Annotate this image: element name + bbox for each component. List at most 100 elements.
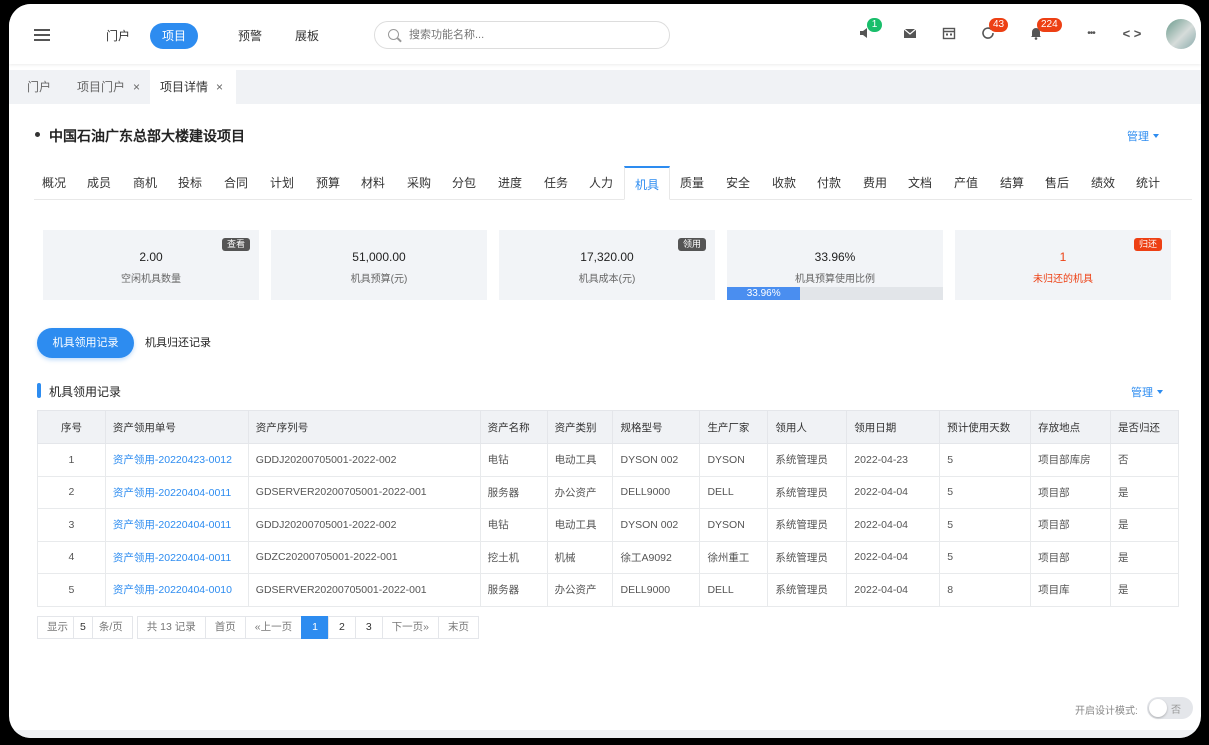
table-cell: 2022-04-04 xyxy=(846,508,941,542)
project-manage-dropdown[interactable]: 管理 xyxy=(1127,128,1159,144)
subnav-item-10[interactable]: 进度 xyxy=(490,166,530,200)
table-cell: 项目部库房 xyxy=(1030,443,1111,477)
topnav-item-1[interactable]: 项目 xyxy=(150,23,199,49)
table-cell: 资产领用-20220404-0011 xyxy=(104,540,249,574)
stat-card-2[interactable]: 17,320.00 机具成本(元) 领用 xyxy=(499,230,715,300)
stat-tag-button[interactable]: 领用 xyxy=(677,238,706,251)
menu-icon[interactable] xyxy=(34,29,50,41)
subnav-item-3[interactable]: 投标 xyxy=(170,166,210,200)
subnav-item-9[interactable]: 分包 xyxy=(444,166,484,200)
subnav-item-21[interactable]: 结算 xyxy=(992,166,1032,200)
table-cell: DELL xyxy=(699,573,769,607)
stat-label: 空闲机具数量 xyxy=(121,274,181,285)
avatar[interactable] xyxy=(1166,19,1196,49)
subnav-item-23[interactable]: 绩效 xyxy=(1083,166,1123,200)
subnav-item-22[interactable]: 售后 xyxy=(1037,166,1077,200)
subnav-item-6[interactable]: 预算 xyxy=(308,166,348,200)
close-icon[interactable]: × xyxy=(133,80,140,94)
topnav-item-3[interactable]: 展板 xyxy=(283,23,331,49)
subnav-item-14[interactable]: 质量 xyxy=(672,166,712,200)
more-icon[interactable]: ••• xyxy=(1079,26,1103,42)
borrow-records-table: 序号 资产领用单号 资产序列号 资产名称 资产类别 规格型号 生产厂家 领用人 领用日期 预计使用… xyxy=(37,410,1179,607)
subnav-item-2[interactable]: 商机 xyxy=(125,166,165,200)
stat-label: 未归还的机具 xyxy=(1033,274,1093,285)
pager-last[interactable]: 末页 xyxy=(438,616,479,639)
table-cell: 2 xyxy=(37,475,106,509)
mail-icon[interactable] xyxy=(902,26,918,42)
subnav-item-17[interactable]: 付款 xyxy=(809,166,849,200)
column-header: 领用人 xyxy=(767,410,848,444)
subnav-item-12[interactable]: 人力 xyxy=(581,166,621,200)
subnav-item-1[interactable]: 成员 xyxy=(79,166,119,200)
refresh-icon[interactable]: 43 xyxy=(980,18,1009,42)
record-link[interactable]: 资产领用-20220404-0011 xyxy=(113,552,231,564)
table-cell: 系统管理员 xyxy=(767,540,848,574)
stat-card-1: 51,000.00 机具预算(元) xyxy=(271,230,487,300)
table-cell: 资产领用-20220404-0011 xyxy=(104,508,249,542)
subnav-item-7[interactable]: 材料 xyxy=(353,166,393,200)
record-link[interactable]: 资产领用-20220423-0012 xyxy=(113,454,232,466)
code-icon[interactable]: < > xyxy=(1118,26,1146,42)
table-cell: 否 xyxy=(1110,443,1179,477)
subnav-item-0[interactable]: 概况 xyxy=(34,166,74,200)
table-cell: GDZC20200705001-2022-001 xyxy=(247,540,481,574)
record-link[interactable]: 资产领用-20220404-0010 xyxy=(113,584,232,596)
table-cell: DELL9000 xyxy=(612,573,701,607)
stat-card-4[interactable]: 1 未归还的机具 归还 xyxy=(955,230,1171,300)
stat-card-0[interactable]: 2.00 空闲机具数量 查看 xyxy=(43,230,259,300)
table-cell: 系统管理员 xyxy=(767,573,848,607)
section-manage-dropdown[interactable]: 管理 xyxy=(1131,384,1163,400)
tab-borrow-records[interactable]: 机具领用记录 xyxy=(37,328,134,358)
page-tab-0[interactable]: 门户 xyxy=(17,70,61,104)
table-cell: 挖土机 xyxy=(479,540,548,574)
subnav-item-4[interactable]: 合同 xyxy=(216,166,256,200)
topnav-item-2[interactable]: 预警 xyxy=(226,23,274,49)
calendar-icon[interactable] xyxy=(941,26,957,42)
subnav-item-19[interactable]: 文档 xyxy=(900,166,940,200)
page-tab-2[interactable]: 项目详情 × xyxy=(150,70,236,104)
stat-value: 1 xyxy=(1059,250,1067,264)
subnav-item-8[interactable]: 采购 xyxy=(399,166,439,200)
topnav-item-0[interactable]: 门户 xyxy=(94,23,142,49)
search-input[interactable] xyxy=(409,27,649,43)
speaker-icon[interactable]: 1 xyxy=(858,18,882,42)
table-cell: DELL9000 xyxy=(612,475,701,509)
table-cell: 项目部 xyxy=(1030,508,1111,542)
device-frame: 门户项目预警展板 1 43 224 ••• < > 门户项目门户×项目详情× 中… xyxy=(0,0,1209,745)
pager-prev[interactable]: «上一页 xyxy=(244,616,303,639)
column-header: 规格型号 xyxy=(612,410,701,444)
subnav-item-15[interactable]: 安全 xyxy=(718,166,758,200)
subnav-item-24[interactable]: 统计 xyxy=(1128,166,1168,200)
close-icon[interactable]: × xyxy=(216,80,223,94)
pager-page-2[interactable]: 2 xyxy=(327,616,356,639)
subnav-item-11[interactable]: 任务 xyxy=(536,166,576,200)
table-cell: 徐州重工 xyxy=(699,540,769,574)
speaker-badge: 1 xyxy=(867,18,882,32)
page-tab-1[interactable]: 项目门户 × xyxy=(67,70,150,104)
subnav-item-18[interactable]: 费用 xyxy=(855,166,895,200)
search-box[interactable] xyxy=(374,21,670,49)
subnav-item-13[interactable]: 机具 xyxy=(624,166,670,200)
pager-page-3[interactable]: 3 xyxy=(354,616,383,639)
record-link[interactable]: 资产领用-20220404-0011 xyxy=(113,519,231,531)
pager-next[interactable]: 下一页» xyxy=(381,616,439,639)
record-link[interactable]: 资产领用-20220404-0011 xyxy=(113,487,231,499)
design-mode-toggle[interactable]: 否 xyxy=(1147,697,1193,719)
table-cell: 徐工A9092 xyxy=(612,540,701,574)
design-mode-label: 开启设计模式: xyxy=(1075,706,1138,717)
table-cell: 电钻 xyxy=(479,443,548,477)
subnav-item-16[interactable]: 收款 xyxy=(764,166,804,200)
page-size-select[interactable]: 5 xyxy=(73,616,93,639)
pager-first[interactable]: 首页 xyxy=(204,616,246,639)
bell-icon[interactable]: 224 xyxy=(1028,18,1062,42)
column-header: 资产类别 xyxy=(546,410,614,444)
tab-return-records[interactable]: 机具归还记录 xyxy=(145,328,211,358)
pager-page-1[interactable]: 1 xyxy=(301,616,329,639)
subnav-item-5[interactable]: 计划 xyxy=(262,166,302,200)
stat-tag-button[interactable]: 查看 xyxy=(221,238,250,251)
table-cell: GDSERVER20200705001-2022-001 xyxy=(247,573,481,607)
table-cell: 系统管理员 xyxy=(767,443,848,477)
bell-badge: 224 xyxy=(1037,18,1062,32)
stat-tag-button[interactable]: 归还 xyxy=(1133,238,1162,251)
subnav-item-20[interactable]: 产值 xyxy=(946,166,986,200)
